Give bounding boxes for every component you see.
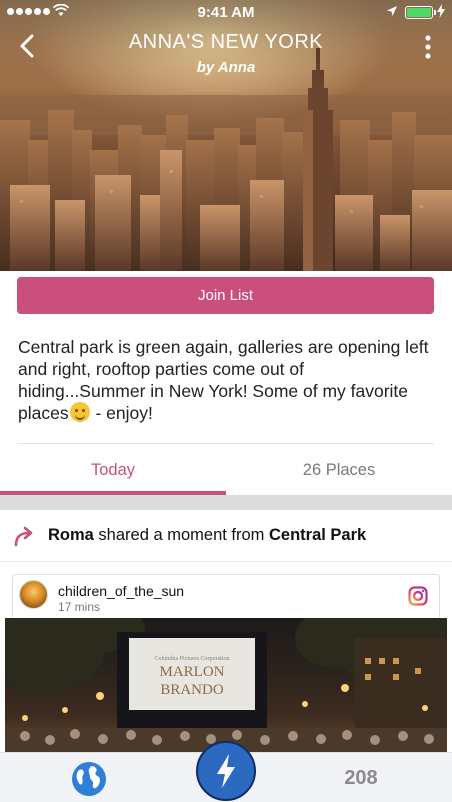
section-spacer [0, 495, 452, 510]
lightning-bolt-icon [217, 754, 235, 788]
location-arrow-icon [387, 6, 397, 16]
more-options-icon[interactable] [420, 34, 436, 60]
status-bar: 9:41 AM [0, 0, 452, 24]
sharer-name[interactable]: Roma [48, 526, 94, 544]
lightning-action-button[interactable] [196, 741, 256, 801]
count-badge[interactable]: 208 [326, 767, 396, 790]
description-text-end: - enjoy! [90, 403, 153, 423]
header-cover-image: 9:41 AM ANNA'S NEW YORK by Anna [0, 0, 452, 271]
post-photo[interactable]: Columbia Pictures Corporation MARLON BRA… [5, 618, 447, 756]
list-title: ANNA'S NEW YORK [128, 31, 324, 53]
battery-icon [405, 6, 436, 19]
moment-action: shared a moment from [93, 526, 269, 544]
screen-title-line2: BRANDO [160, 682, 224, 698]
globe-icon[interactable] [70, 760, 108, 798]
divider [0, 561, 452, 562]
avatar[interactable] [19, 580, 48, 609]
screen-title-line1: MARLON [159, 664, 224, 680]
outdoor-movie-screen-photo: Columbia Pictures Corporation MARLON BRA… [5, 618, 447, 756]
post-username[interactable]: children_of_the_sun [58, 583, 184, 599]
moment-shared-text[interactable]: Roma shared a moment from Central Park [48, 526, 366, 545]
instagram-icon[interactable] [408, 586, 428, 606]
status-time: 9:41 AM [197, 4, 255, 21]
join-list-button[interactable]: Join List [17, 277, 434, 314]
hugging-face-emoji-icon [69, 402, 90, 422]
charging-bolt-icon [437, 4, 445, 18]
post-timestamp: 17 mins [58, 600, 101, 614]
tab-places[interactable]: 26 Places [226, 444, 452, 496]
list-author[interactable]: by Anna [0, 59, 452, 76]
share-arrow-icon [14, 526, 33, 547]
tab-bar: Today 26 Places [0, 444, 452, 496]
tab-today[interactable]: Today [0, 444, 226, 496]
svg-text:Columbia Pictures Corporation: Columbia Pictures Corporation [155, 656, 230, 662]
moment-place[interactable]: Central Park [269, 526, 366, 544]
list-description: Central park is green again, galleries a… [18, 336, 436, 424]
